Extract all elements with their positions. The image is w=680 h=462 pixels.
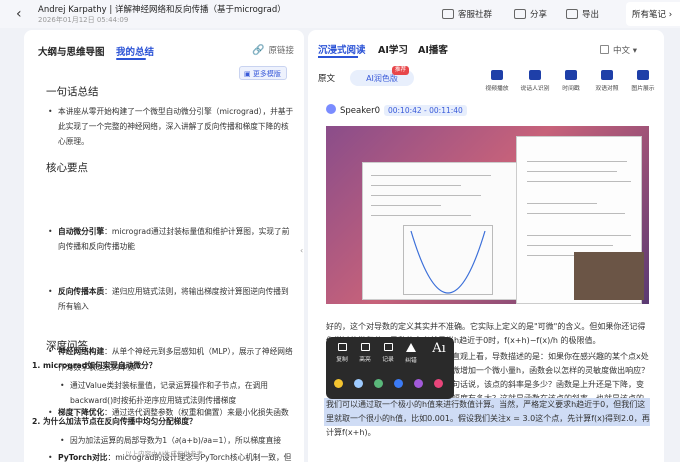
color-light-blue[interactable] <box>354 379 363 388</box>
link-icon: 🔗 <box>252 45 265 56</box>
summary-text: • 本讲座从零开始构建了一个微型自动微分引擎（micrograd），并基于此实现了… <box>48 107 294 147</box>
tool-image-display[interactable]: 图片展示 <box>626 70 660 92</box>
ai-explain-icon[interactable]: Aı <box>427 341 451 367</box>
video-frame[interactable] <box>326 126 649 304</box>
recommend-badge: 推荐 <box>392 66 410 75</box>
question-1: 1. micrograd如何实现自动微分？ <box>32 361 157 370</box>
selection-toolbar: 复制 高亮 记录 纠错 Aı <box>326 337 454 399</box>
language-icon <box>600 45 609 54</box>
note-date: 2026年01月12日 05:44:09 <box>38 16 129 24</box>
copy-icon <box>337 343 347 351</box>
tool-speaker-id[interactable]: 说话人识别 <box>518 70 552 92</box>
summary-panel: 大纲与思维导图 我的总结 🔗 原链接 ▣ 更多模版 一句话总结 • 本讲座从零开始构… <box>24 30 304 462</box>
warning-icon <box>406 343 416 352</box>
speaker-label[interactable]: Speaker0 00:10:42 - 00:11:40 <box>326 104 467 116</box>
transcript-paragraph[interactable]: 我们可以通过取一个极小的h值来进行数值计算。当然，严格定义要求h趋近于0，但我们… <box>326 398 650 440</box>
all-notes-chevron-icon: › <box>668 10 673 20</box>
page-title: Andrej Karpathy | 详解神经网络和反向传播（基于microgra… <box>38 5 286 15</box>
original-link-button[interactable]: 🔗 原链接 <box>252 44 294 56</box>
question-2: 2. 为什么加法节点在反向传播中均匀分配梯度？ <box>32 417 197 426</box>
tab-immersive-reading[interactable]: 沉浸式阅读 <box>318 42 366 56</box>
tool-video-play[interactable]: 视频播放 <box>480 70 514 92</box>
timestamp-icon <box>565 70 577 80</box>
community-icon <box>442 9 454 19</box>
video-notebook-window <box>362 162 542 300</box>
answer-2: 因为加法运算的局部导数为1（∂(a+b)/∂a=1），所以梯度直接 <box>58 433 290 447</box>
export-icon <box>566 9 578 19</box>
speaker-id-icon <box>529 70 541 80</box>
key-points-heading: 核心要点 <box>46 162 88 174</box>
segment-original[interactable]: 原文 <box>318 72 335 84</box>
color-pink[interactable] <box>434 379 443 388</box>
tool-bilingual[interactable]: 双语对照 <box>590 70 624 92</box>
webcam-overlay <box>574 252 644 300</box>
color-purple[interactable] <box>414 379 423 388</box>
qa-heading: 深度问答 <box>46 340 88 352</box>
all-notes-button[interactable]: 所有笔记 › <box>626 2 680 26</box>
tab-my-summary[interactable]: 我的总结 <box>116 44 154 58</box>
speaker-avatar-icon <box>326 104 336 114</box>
community-button[interactable]: 客服社群 <box>442 8 492 20</box>
panel-collapse-icon[interactable]: ‹ <box>300 246 303 255</box>
back-chevron-icon[interactable]: ‹ <box>16 6 22 22</box>
video-play-icon <box>491 70 503 80</box>
bilingual-icon <box>601 70 613 80</box>
share-icon <box>514 9 526 19</box>
time-range[interactable]: 00:10:42 - 00:11:40 <box>383 105 467 116</box>
active-tab-underline <box>116 58 146 60</box>
color-yellow[interactable] <box>334 379 343 388</box>
highlight-icon <box>360 343 370 351</box>
color-blue[interactable] <box>394 379 403 388</box>
copy-button[interactable]: 复制 <box>331 343 353 363</box>
summary-heading: 一句话总结 <box>46 86 99 98</box>
active-tab-underline <box>318 56 358 58</box>
color-green[interactable] <box>374 379 383 388</box>
key-point-item: • 反向传播本质：递归应用链式法则，将输出梯度按计算图逆向传播到所有输入 <box>48 287 289 312</box>
parabola-plot <box>403 225 493 295</box>
tab-ai-podcast[interactable]: AI播客 <box>418 42 448 56</box>
key-point-item: • 自动微分引擎：micrograd通过封装标量值和维护计算图，实现了前向传播和反… <box>48 226 290 251</box>
highlight-button[interactable]: 高亮 <box>354 343 376 363</box>
share-button[interactable]: 分享 <box>514 8 547 20</box>
tool-timestamp[interactable]: 时间戳 <box>554 70 588 92</box>
ai-disclaimer: 以上内容由AI生成仅供参考 <box>125 450 203 458</box>
more-templates-button[interactable]: ▣ 更多模版 <box>239 66 287 80</box>
record-icon <box>383 343 393 351</box>
image-display-icon <box>637 70 649 80</box>
export-button[interactable]: 导出 <box>566 8 599 20</box>
top-bar: ‹ Andrej Karpathy | 详解神经网络和反向传播（基于microg… <box>0 0 680 28</box>
record-button[interactable]: 记录 <box>377 343 399 363</box>
tab-ai-learning[interactable]: AI学习 <box>378 42 408 56</box>
language-select[interactable]: 中文 ▾ <box>600 44 637 56</box>
tab-outline-mindmap[interactable]: 大纲与思维导图 <box>38 44 105 58</box>
correct-button[interactable]: 纠错 <box>400 343 422 364</box>
answer-1: 通过Value类封装标量值，记录运算操作和子节点，在调用backward()时按… <box>58 378 290 408</box>
